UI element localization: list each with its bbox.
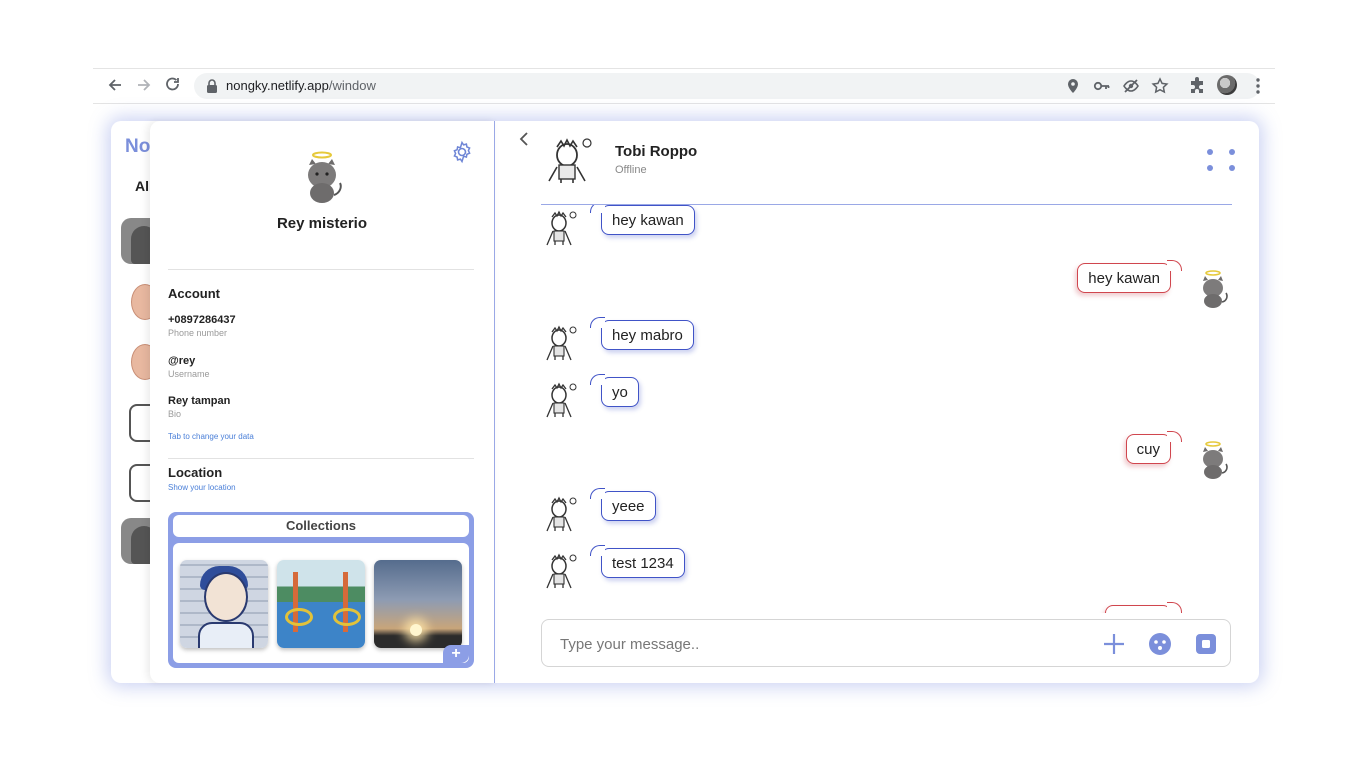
browser-toolbar: nongky.netlify.app/window: [93, 68, 1275, 104]
message-avatar[interactable]: [541, 324, 581, 364]
location-title: Location: [168, 465, 223, 480]
phone-label: Phone number: [168, 328, 228, 338]
back-arrow-icon[interactable]: [105, 75, 125, 95]
kebab-menu-icon[interactable]: [1248, 76, 1268, 96]
show-location-link[interactable]: Show your location: [168, 483, 236, 492]
profile-avatar[interactable]: [298, 151, 346, 205]
url-text[interactable]: nongky.netlify.app/window: [226, 78, 376, 93]
extensions-puzzle-icon[interactable]: [1187, 76, 1207, 96]
incoming-message-bubble[interactable]: yo: [590, 374, 639, 407]
phone-value[interactable]: +0897286437: [168, 314, 236, 326]
account-title: Account: [168, 286, 220, 301]
collections-grid: +: [173, 543, 469, 663]
message-row: hey kawan: [495, 260, 1259, 309]
plus-icon[interactable]: [1102, 632, 1126, 656]
message-avatar[interactable]: [541, 381, 581, 421]
more-options-icon[interactable]: [1207, 149, 1235, 177]
message-avatar[interactable]: [1193, 269, 1233, 309]
collections-card: Collections +: [168, 512, 474, 668]
incoming-message-bubble[interactable]: hey mabro: [590, 317, 694, 350]
message-avatar[interactable]: [541, 495, 581, 535]
reload-icon[interactable]: [163, 75, 183, 95]
address-bar[interactable]: nongky.netlify.app/window: [194, 73, 1260, 99]
divider: [168, 458, 474, 459]
collections-title: Collections: [173, 515, 469, 537]
message-list: hey kawan hey kawan hey mabro yo cuy yeee test…: [495, 205, 1259, 613]
incoming-message-bubble[interactable]: yeee: [590, 488, 656, 521]
profile-panel: Rey misterio Account +0897286437 Phone n…: [150, 121, 495, 683]
browser-profile-avatar[interactable]: [1217, 75, 1237, 95]
chevron-left-icon[interactable]: [515, 130, 533, 148]
outgoing-message-bubble-partial: [1105, 602, 1182, 613]
url-host: nongky.netlify.app: [226, 78, 329, 93]
message-avatar[interactable]: [541, 209, 581, 249]
add-collection-button[interactable]: +: [443, 645, 469, 663]
divider: [168, 269, 474, 270]
outgoing-message-bubble[interactable]: hey kawan: [1077, 260, 1182, 293]
message-row: yeee: [495, 488, 1259, 537]
message-row: yo: [495, 374, 1259, 423]
message-avatar[interactable]: [1193, 440, 1233, 480]
contact-status: Offline: [615, 164, 647, 176]
lock-icon: [207, 79, 217, 93]
forward-arrow-icon[interactable]: [134, 75, 154, 95]
collection-photo[interactable]: [277, 560, 365, 648]
message-avatar[interactable]: [541, 552, 581, 592]
eye-off-icon[interactable]: [1122, 77, 1140, 95]
message-row: hey mabro: [495, 317, 1259, 366]
message-row: hey kawan: [495, 205, 1259, 251]
message-input[interactable]: [558, 632, 1082, 656]
username-value[interactable]: @rey: [168, 355, 195, 367]
image-attach-icon[interactable]: [1194, 632, 1218, 656]
contact-avatar[interactable]: [543, 135, 599, 187]
chat-panel: Tobi Roppo Offline hey kawan hey kawan hey…: [495, 121, 1259, 683]
bio-value[interactable]: Rey tampan: [168, 395, 230, 407]
location-pin-icon[interactable]: [1064, 77, 1082, 95]
url-path: /window: [328, 78, 376, 93]
settings-gear-icon[interactable]: [450, 140, 474, 164]
app-window: No All Rey misterio Account +0897286437: [111, 121, 1259, 683]
emoji-icon[interactable]: [1148, 632, 1172, 656]
key-icon[interactable]: [1093, 77, 1111, 95]
message-row: cuy: [495, 431, 1259, 480]
bio-label: Bio: [168, 409, 182, 419]
star-icon[interactable]: [1151, 77, 1169, 95]
outgoing-message-bubble[interactable]: cuy: [1125, 431, 1183, 464]
app-title: No: [125, 136, 151, 157]
message-composer: [541, 619, 1231, 667]
collection-photo[interactable]: [180, 560, 268, 648]
username-label: Username: [168, 369, 210, 379]
profile-name: Rey misterio: [276, 215, 368, 232]
message-row: test 1234: [495, 545, 1259, 594]
collection-photo[interactable]: [374, 560, 462, 648]
incoming-message-bubble[interactable]: hey kawan: [590, 205, 695, 235]
incoming-message-bubble[interactable]: test 1234: [590, 545, 685, 578]
edit-data-link[interactable]: Tab to change your data: [168, 432, 254, 441]
contact-name: Tobi Roppo: [615, 143, 698, 160]
